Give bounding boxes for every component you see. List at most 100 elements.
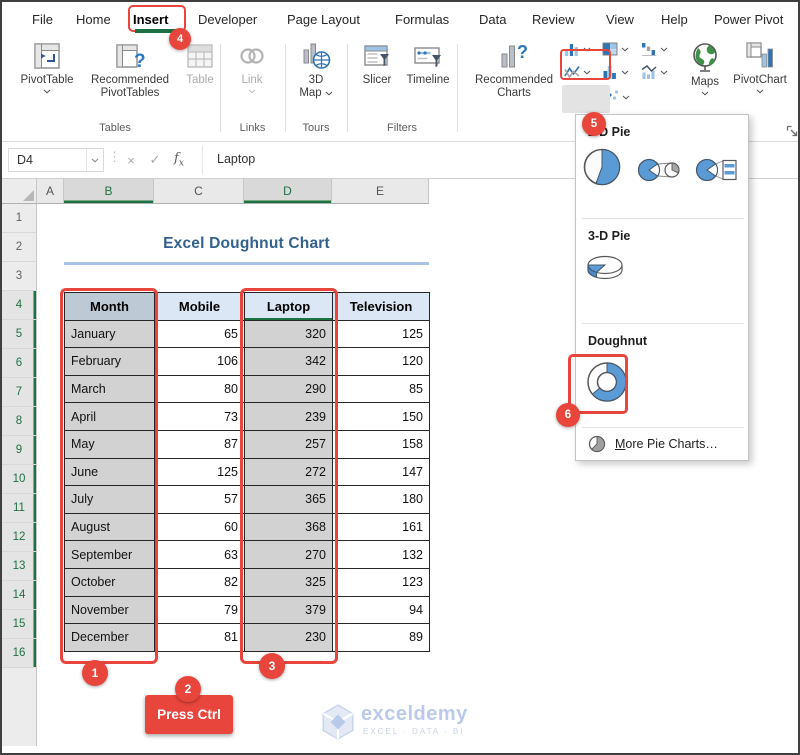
cell-mobile[interactable]: 63 xyxy=(154,540,245,569)
row-header-9[interactable]: 9 xyxy=(2,436,37,465)
row-header-5[interactable]: 5 xyxy=(2,320,37,349)
chevron-down-icon xyxy=(325,91,333,96)
recommended-pivottables-button[interactable]: ? Recommended PivotTables xyxy=(82,41,178,100)
row-header-2[interactable]: 2 xyxy=(2,233,37,262)
cell-mobile[interactable]: 60 xyxy=(154,512,245,542)
pivottable-button[interactable]: PivotTable xyxy=(14,41,80,94)
recommended-charts-label-line1: Recommended xyxy=(475,74,553,86)
row-header-16[interactable]: 16 xyxy=(2,639,37,668)
annotation-box-month-column xyxy=(60,288,158,664)
timeline-button[interactable]: Timeline xyxy=(401,41,455,87)
cell-mobile[interactable]: 81 xyxy=(154,623,245,652)
cell-television[interactable]: 158 xyxy=(332,429,430,459)
insert-function-icon[interactable]: fx xyxy=(168,148,190,172)
column-header-d[interactable]: D xyxy=(244,179,332,204)
recommended-pivottables-label: Recommended PivotTables xyxy=(91,74,169,99)
pie-of-pie-icon[interactable] xyxy=(636,155,682,185)
link-button[interactable]: Link xyxy=(230,41,274,94)
step-annotation-6: 6 xyxy=(556,403,580,427)
tab-review[interactable]: Review xyxy=(532,12,575,27)
table-header-television[interactable]: Television xyxy=(332,292,430,321)
row-header-13[interactable]: 13 xyxy=(2,552,37,581)
insert-combo-chart-button[interactable] xyxy=(641,64,668,80)
confirm-entry-icon[interactable]: ✓ xyxy=(144,148,166,172)
cell-mobile[interactable]: 87 xyxy=(154,429,245,459)
row-header-6[interactable]: 6 xyxy=(2,349,37,378)
cancel-entry-icon[interactable]: × xyxy=(120,148,142,172)
table-header-mobile[interactable]: Mobile xyxy=(154,292,245,321)
ribbon-tab-bar: File Home Insert Developer Page Layout Formul… xyxy=(2,2,798,36)
row-header-1[interactable]: 1 xyxy=(2,204,37,233)
pivottable-icon xyxy=(34,43,60,69)
row-header-15[interactable]: 15 xyxy=(2,610,37,639)
insert-waterfall-chart-button[interactable] xyxy=(641,41,668,57)
3d-map-button[interactable]: 3D Map xyxy=(293,41,339,100)
row-header-12[interactable]: 12 xyxy=(2,523,37,552)
section-3d-pie-label: 3-D Pie xyxy=(588,229,631,243)
cell-television[interactable]: 150 xyxy=(332,402,430,431)
cell-television[interactable]: 125 xyxy=(332,319,430,349)
column-header-b[interactable]: B xyxy=(64,179,154,204)
row-header-7[interactable]: 7 xyxy=(2,378,37,407)
row-header-14[interactable]: 14 xyxy=(2,581,37,610)
cell-television[interactable]: 180 xyxy=(332,485,430,514)
cell-television[interactable]: 120 xyxy=(332,347,430,376)
svg-text:?: ? xyxy=(134,51,145,71)
cell-mobile[interactable]: 57 xyxy=(154,485,245,514)
row-header-10[interactable]: 10 xyxy=(2,465,37,494)
table-label: Table xyxy=(186,74,214,86)
tab-help[interactable]: Help xyxy=(661,12,688,27)
cell-television[interactable]: 161 xyxy=(332,512,430,542)
cell-mobile[interactable]: 82 xyxy=(154,567,245,597)
chevron-down-icon xyxy=(660,70,668,75)
tab-formulas[interactable]: Formulas xyxy=(395,12,449,27)
name-box[interactable]: D4 xyxy=(8,148,104,172)
bar-of-pie-icon[interactable] xyxy=(694,155,740,185)
pie-3d-icon[interactable] xyxy=(584,251,628,281)
cell-television[interactable]: 89 xyxy=(332,623,430,652)
select-all-corner[interactable] xyxy=(2,179,37,204)
cell-mobile[interactable]: 79 xyxy=(154,595,245,625)
tab-power-pivot[interactable]: Power Pivot xyxy=(714,12,783,27)
recommended-charts-button[interactable]: ? Recommended Charts xyxy=(470,41,558,100)
tab-file[interactable]: File xyxy=(32,12,53,27)
chevron-down-icon xyxy=(756,89,764,94)
cell-mobile[interactable]: 106 xyxy=(154,347,245,376)
row-header-3[interactable]: 3 xyxy=(2,262,37,291)
column-header-a[interactable]: A xyxy=(37,179,64,204)
group-divider xyxy=(285,44,286,132)
slicer-button[interactable]: Slicer xyxy=(355,41,399,87)
menu-divider xyxy=(582,323,744,324)
dialog-launcher-icon[interactable] xyxy=(786,125,799,138)
name-box-dropdown-icon[interactable] xyxy=(91,158,99,163)
maps-button[interactable]: Maps xyxy=(682,41,728,96)
tab-page-layout[interactable]: Page Layout xyxy=(287,12,360,27)
row-header-11[interactable]: 11 xyxy=(2,494,37,523)
column-header-e[interactable]: E xyxy=(332,179,429,204)
row-header-4[interactable]: 4 xyxy=(2,291,37,320)
cell-television[interactable]: 94 xyxy=(332,595,430,625)
name-box-value: D4 xyxy=(17,153,33,167)
cell-mobile[interactable]: 125 xyxy=(154,457,245,487)
pivotchart-button[interactable]: PivotChart xyxy=(726,41,794,94)
pie-2d-icon[interactable] xyxy=(582,147,622,187)
pivotchart-icon xyxy=(746,42,773,68)
cell-television[interactable]: 147 xyxy=(332,457,430,487)
more-pie-charts-label: More Pie Charts… xyxy=(615,437,718,451)
cell-mobile[interactable]: 80 xyxy=(154,374,245,404)
cell-mobile[interactable]: 65 xyxy=(154,319,245,349)
cell-television[interactable]: 132 xyxy=(332,540,430,569)
links-group-label: Links xyxy=(239,122,266,134)
tab-home[interactable]: Home xyxy=(76,12,111,27)
step-annotation-3: 3 xyxy=(259,653,285,679)
tab-view[interactable]: View xyxy=(606,12,634,27)
cell-mobile[interactable]: 73 xyxy=(154,402,245,431)
tab-data[interactable]: Data xyxy=(479,12,506,27)
tab-developer[interactable]: Developer xyxy=(198,12,257,27)
cell-television[interactable]: 85 xyxy=(332,374,430,404)
more-pie-charts-item[interactable]: More Pie Charts… xyxy=(576,428,750,460)
cell-television[interactable]: 123 xyxy=(332,567,430,597)
column-header-c[interactable]: C xyxy=(154,179,244,204)
formula-bar-content[interactable]: Laptop xyxy=(217,152,255,166)
row-header-8[interactable]: 8 xyxy=(2,407,37,436)
